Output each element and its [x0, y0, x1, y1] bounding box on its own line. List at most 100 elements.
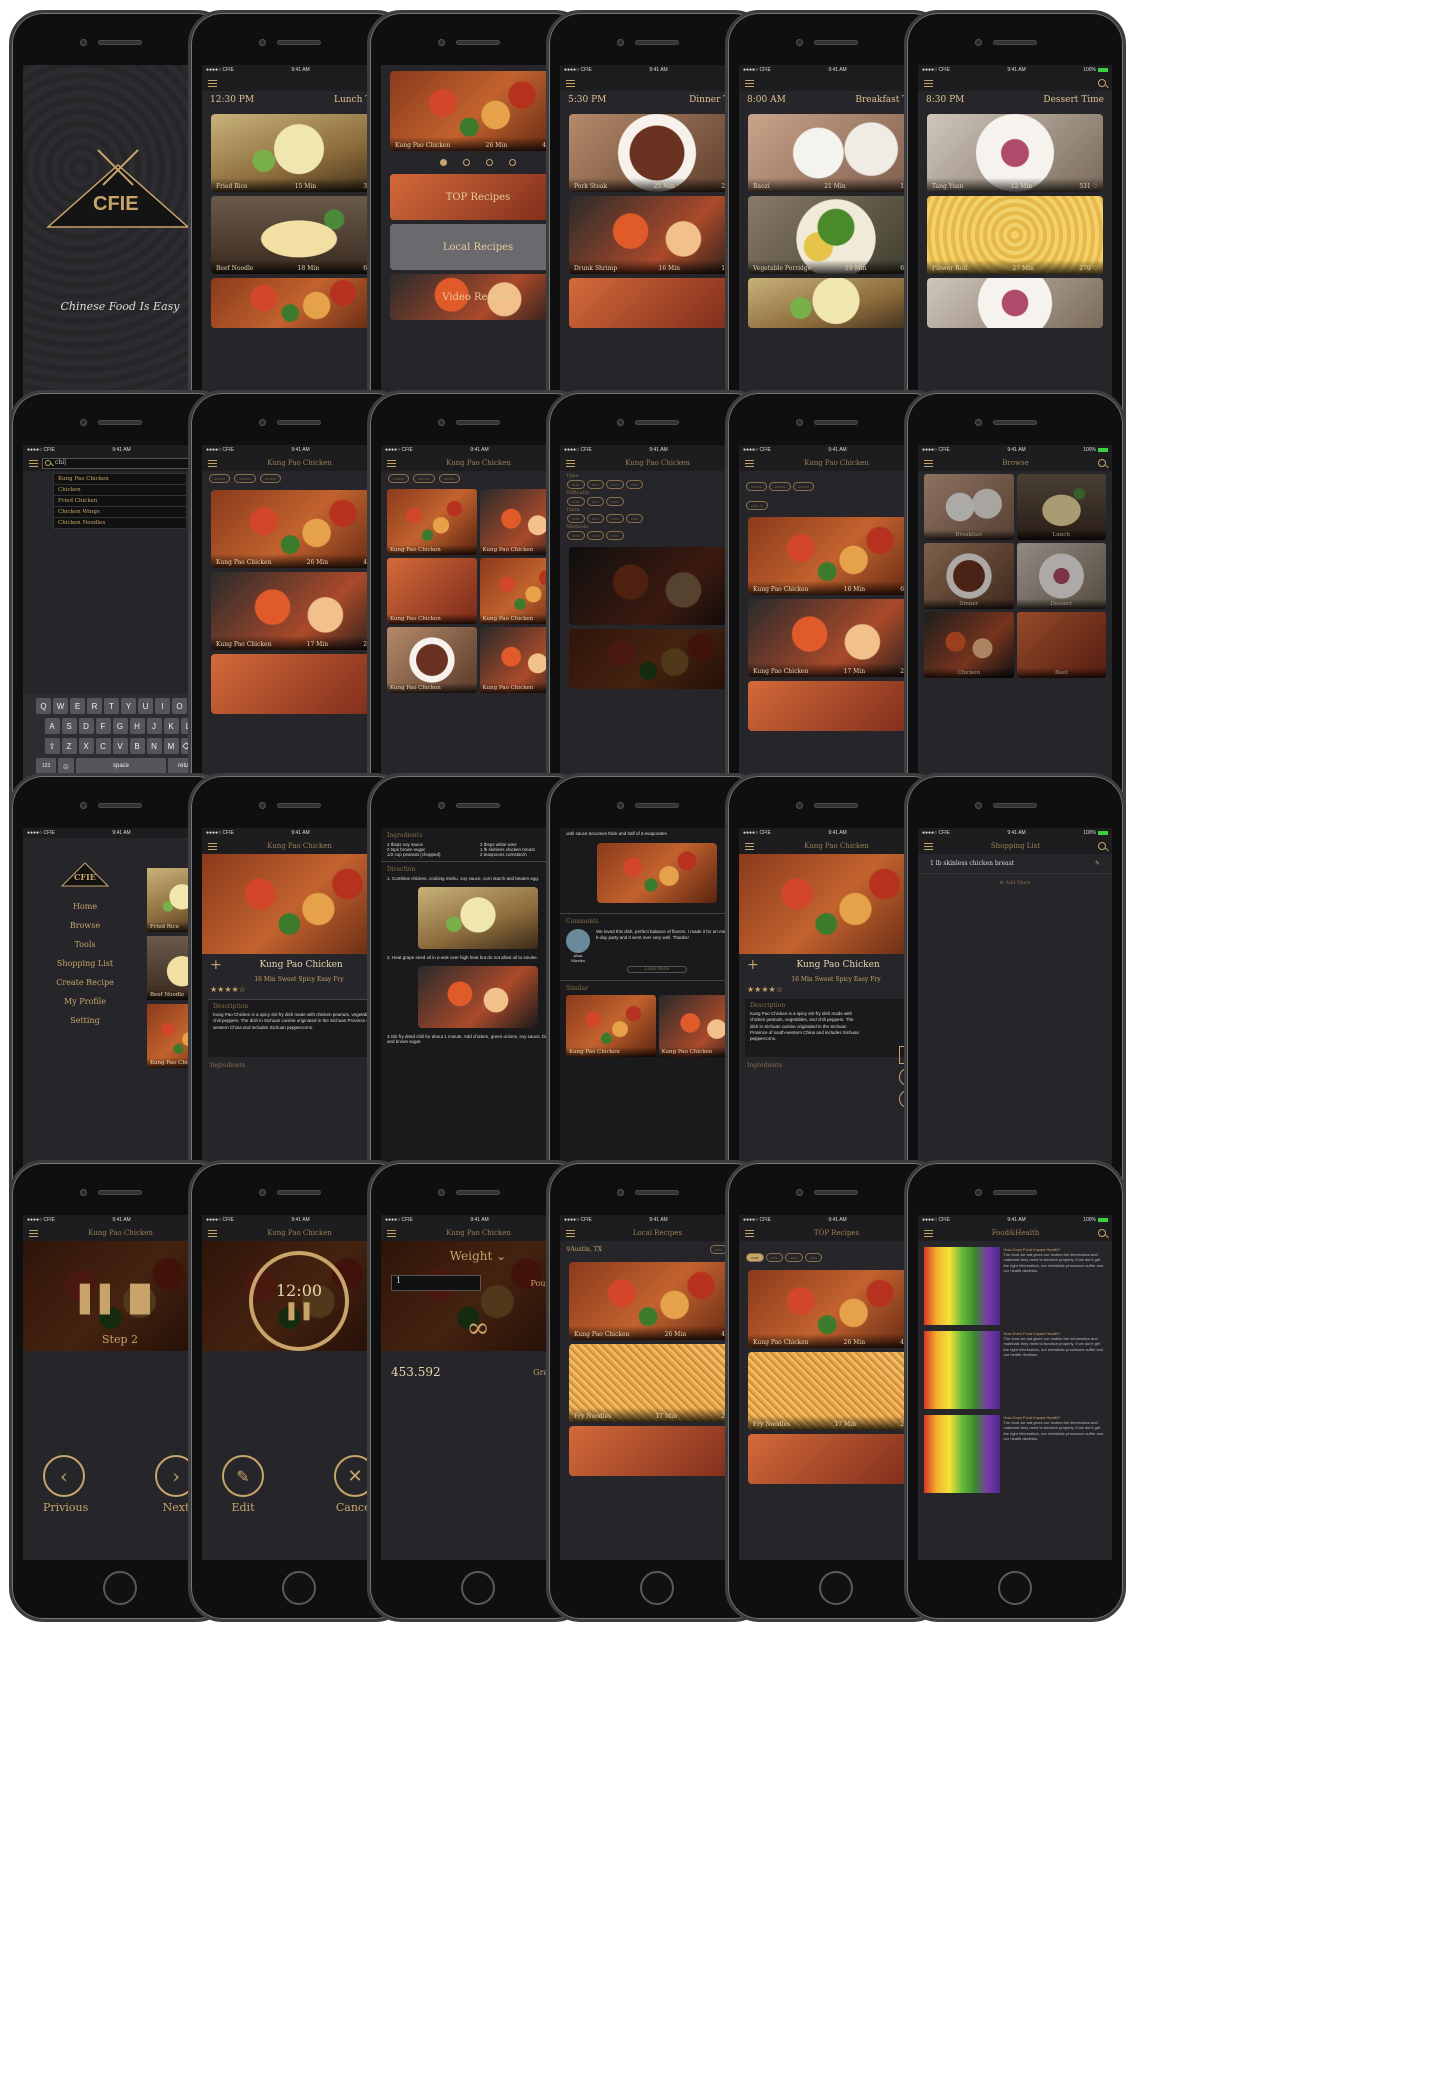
menu-browse[interactable]: Browse [23, 921, 147, 930]
menu-icon[interactable] [387, 1229, 396, 1237]
menu-icon[interactable] [208, 79, 217, 87]
key[interactable]: O [172, 698, 187, 714]
key[interactable]: K [163, 718, 179, 734]
key[interactable]: A [44, 718, 60, 734]
filter-pill[interactable]: ▭▭▭ [413, 474, 435, 483]
emoji-key[interactable]: ☺ [58, 758, 74, 774]
menu-icon[interactable] [745, 842, 754, 850]
menu-icon[interactable] [745, 79, 754, 87]
filter-option[interactable]: ▭▭ [606, 497, 624, 506]
key[interactable]: H [129, 718, 145, 734]
shift-key[interactable]: ⇧ [44, 738, 60, 754]
recipe-card[interactable]: 1Kung Pao Chicken26 Min457 ♡ [748, 1270, 924, 1348]
filter-option[interactable]: ▭▭ [586, 480, 605, 489]
tab[interactable]: ▭▭ [804, 1253, 823, 1262]
search-icon[interactable] [1098, 459, 1106, 467]
suggestion-item[interactable]: Chicken Noodles [54, 518, 186, 528]
key[interactable]: Q [36, 698, 51, 714]
filter-pill[interactable]: ▭▭▭ [388, 474, 410, 483]
filter-pill[interactable]: ▭▭▭ [234, 474, 256, 483]
grid-tile[interactable]: Kung Pao Chicken [387, 489, 477, 555]
recipe-card[interactable]: Tang Yuan 12 Min 531 ♡ [927, 114, 1103, 192]
recipe-card[interactable] [569, 278, 745, 328]
numbers-key[interactable]: 123 [36, 758, 56, 774]
menu-icon[interactable] [208, 1229, 217, 1237]
menu-icon[interactable] [566, 1229, 575, 1237]
recipe-card[interactable] [569, 1426, 745, 1476]
active-filter[interactable]: ▭▭ × [746, 501, 769, 510]
filter-option[interactable]: ▭▭ [567, 531, 585, 540]
recipe-card[interactable]: Kung Pao Chicken17 Min226 ♡ [748, 599, 924, 677]
avatar[interactable] [566, 929, 590, 953]
key[interactable]: E [70, 698, 85, 714]
key[interactable]: N [146, 738, 162, 754]
article-card[interactable]: How Does Food Impact Health? The food we … [924, 1247, 1106, 1325]
tab[interactable]: ▭▭ [785, 1253, 803, 1262]
recipe-card[interactable]: Fry Noodles17 Min226 ♡ [569, 1344, 745, 1422]
menu-icon[interactable] [745, 1229, 754, 1237]
pause-icon[interactable]: ❚❚ [284, 1300, 314, 1321]
home-button[interactable] [640, 1571, 674, 1605]
input-value-field[interactable]: 1 [391, 1275, 481, 1291]
recipe-card[interactable]: Flower Roll 27 Min 270 ♡ [927, 196, 1103, 274]
recipe-card[interactable] [569, 547, 745, 625]
menu-icon[interactable] [924, 1229, 933, 1237]
article-card[interactable]: How Does Food Impact Health? The food we … [924, 1331, 1106, 1409]
featured-card[interactable]: Kung Pao Chicken26 Min457 ♡ [390, 71, 566, 151]
similar-recipe[interactable]: Kung Pao Chicken [566, 995, 656, 1057]
recipe-card[interactable]: Pork Steak25 Min229 ♡ [569, 114, 745, 192]
category-dessert[interactable]: Dessert [1016, 543, 1106, 609]
key[interactable]: F [95, 718, 111, 734]
grid-tile[interactable]: Kung Pao Chicken [387, 558, 477, 624]
shopping-item[interactable]: 1 lb skinless chicken breast ✎ [918, 854, 1112, 874]
recipe-card[interactable]: Beef Noodle18 Min659 ♡ [211, 196, 387, 274]
home-button[interactable] [998, 1571, 1032, 1605]
add-icon[interactable]: + [210, 957, 222, 973]
rating-stars[interactable]: ★★★★☆ [210, 985, 246, 994]
suggestion-item[interactable]: Kung Pao Chicken [54, 474, 186, 485]
key[interactable]: V [112, 738, 128, 754]
menu-icon[interactable] [566, 79, 575, 87]
key[interactable]: R [87, 698, 102, 714]
key[interactable]: S [61, 718, 77, 734]
recipe-card[interactable]: Fried Rice15 Min306 ♡ [211, 114, 387, 192]
filter-option[interactable]: ▭▭ [606, 480, 624, 489]
tab[interactable]: ▭▭ [765, 1253, 784, 1262]
key[interactable]: G [112, 718, 128, 734]
search-input[interactable]: chi| [42, 457, 191, 469]
section-top-recipes[interactable]: TOP Recipes [390, 174, 566, 220]
menu-icon[interactable] [208, 842, 217, 850]
menu-icon[interactable] [566, 459, 575, 467]
menu-create-recipe[interactable]: Create Recipe [23, 978, 147, 987]
recipe-card[interactable]: Kung Pao Chicken16 Min652 ♡ [748, 517, 924, 595]
home-button[interactable] [819, 1571, 853, 1605]
recipe-card[interactable] [927, 278, 1103, 328]
menu-icon[interactable] [208, 459, 217, 467]
search-icon[interactable] [1097, 842, 1106, 850]
recipe-card[interactable]: Vegetable Porridge19 Min631 ♡ [748, 196, 924, 274]
home-button[interactable] [282, 1571, 316, 1605]
filter-option[interactable]: ▭▭ [567, 480, 585, 489]
filter-option[interactable]: ▭▭ [567, 497, 585, 506]
key[interactable]: W [53, 698, 68, 714]
key[interactable]: C [95, 738, 111, 754]
recipe-card[interactable]: 3 [748, 1434, 924, 1484]
recipe-card[interactable]: Kung Pao Chicken26 Min457 ♡ [211, 490, 387, 568]
key[interactable]: J [146, 718, 162, 734]
category-chicken[interactable]: Chicken [924, 612, 1014, 678]
suggestion-item[interactable]: Chicken Wings [54, 507, 186, 518]
section-local-recipes[interactable]: Local Recipes [390, 224, 566, 270]
filter-option[interactable]: ▭▭ [586, 514, 605, 523]
menu-setting[interactable]: Setting [23, 1016, 147, 1025]
filter-option[interactable]: ▭▭ [586, 531, 605, 540]
search-icon[interactable] [1098, 79, 1106, 87]
tab[interactable]: ▭▭ [746, 1253, 764, 1262]
category-breakfast[interactable]: Breakfast [924, 474, 1014, 540]
menu-shopping-list[interactable]: Shopping List [23, 959, 147, 968]
rating-stars[interactable]: ★★★★☆ [747, 985, 783, 994]
menu-home[interactable]: Home [23, 902, 147, 911]
edit-icon[interactable]: ✎ [1095, 860, 1100, 867]
filter-option[interactable]: ▭▭ [606, 531, 624, 540]
menu-tools[interactable]: Tools [23, 940, 147, 949]
recipe-card[interactable] [748, 681, 924, 731]
